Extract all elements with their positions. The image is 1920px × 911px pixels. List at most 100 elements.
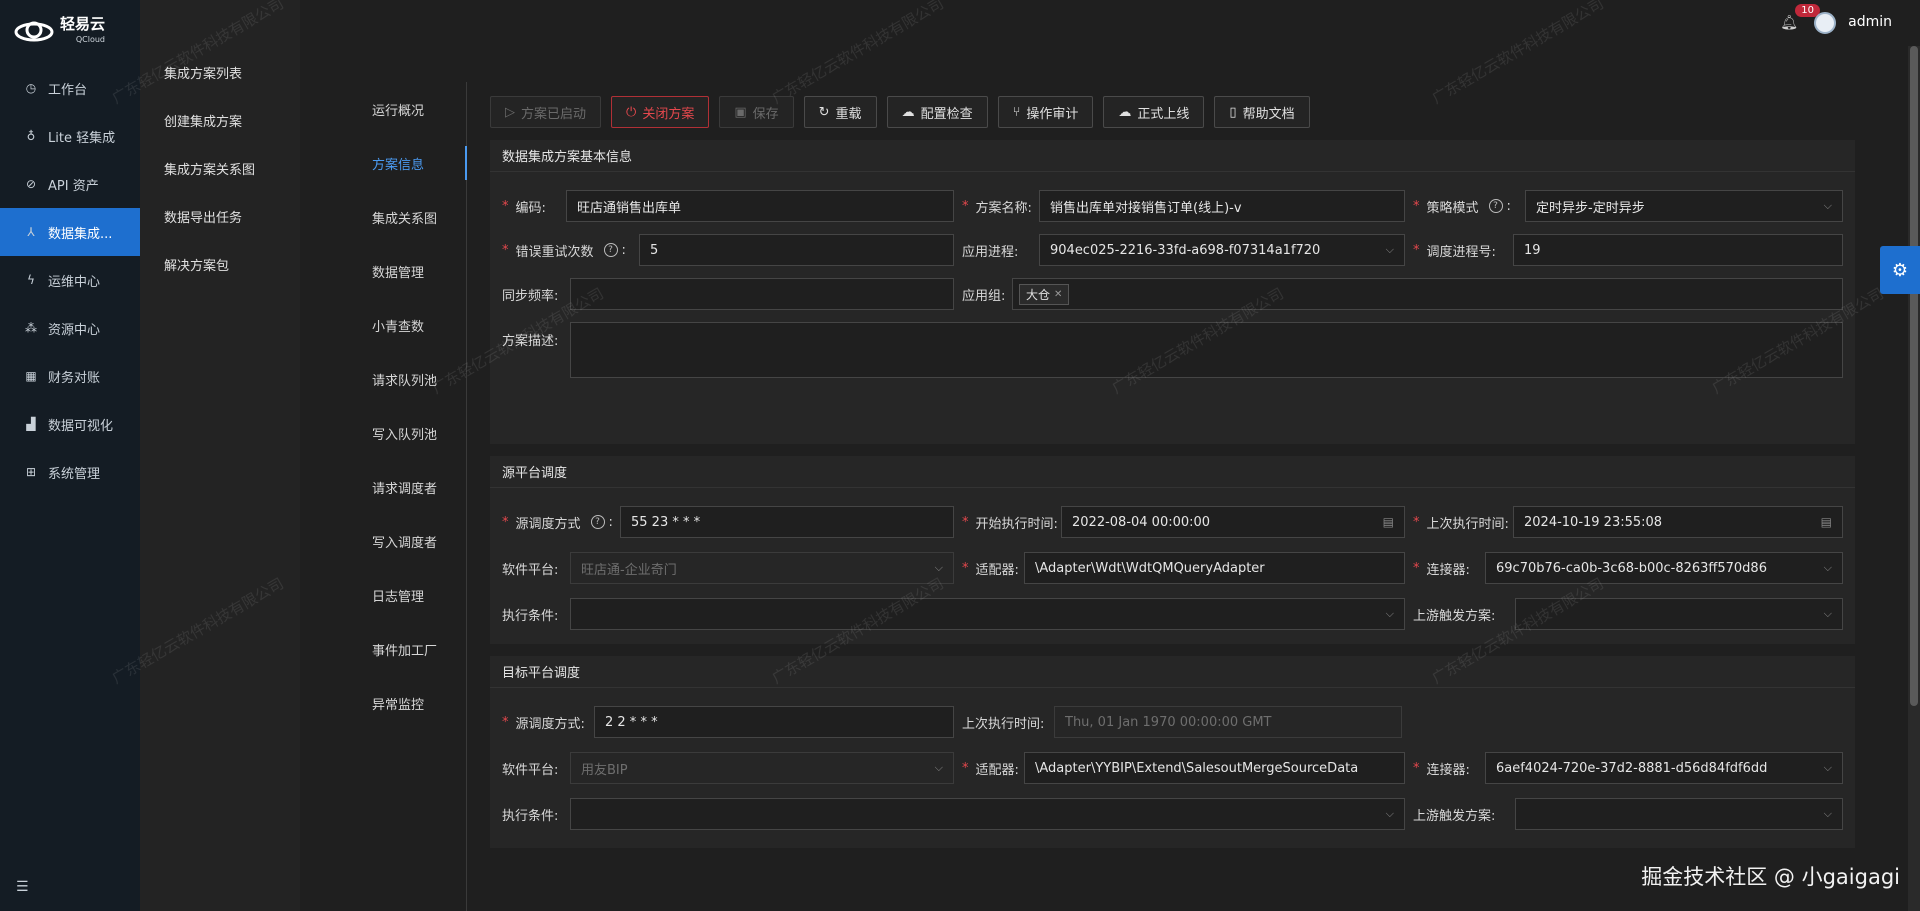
close-icon[interactable]: ✕ [1054, 289, 1062, 300]
target-upstream-select[interactable]: ⌵ [1515, 798, 1843, 830]
process-value: 904ec025-2216-33fd-a698-f07314a1f720 [1050, 242, 1321, 258]
target-platform-select[interactable]: 用友BIP ⌵ [570, 752, 954, 784]
toolbar: ▷ 方案已启动 ⏻ 关闭方案 ▣ 保存 ↻ 重载 ☁ 配置检查 ⑂ 操作审计 ☁ 正式上线 ▯… [490, 96, 1855, 128]
submenu-item-create-plan[interactable]: 创建集成方案 [140, 96, 300, 144]
watermark: 广东轻亿云软件科技有限公司 [768, 0, 947, 108]
reload-icon: ↻ [818, 104, 830, 120]
target-mode-input[interactable]: 2 2 * * * [594, 706, 954, 738]
plan-name-input[interactable]: 销售出库单对接销售订单(线上)-v [1039, 190, 1405, 222]
tab-request-scheduler[interactable]: 请求调度者 [352, 460, 466, 514]
card-title: 源平台调度 [490, 456, 1855, 488]
submenu-item-plan-list[interactable]: 集成方案列表 [140, 48, 300, 96]
group-tag[interactable]: 大仓 ✕ [1019, 283, 1070, 305]
target-last-time-label: 上次执行时间: [962, 716, 1045, 732]
left-nav: 轻易云 QCloud ◷ 工作台 ♁ Lite 轻集成 ⊘ API 资产 ⅄ 数据集成.… [0, 0, 140, 911]
scrollbar[interactable] [1908, 46, 1920, 911]
button-label: 配置检查 [920, 106, 973, 122]
nav-item-resources[interactable]: ⁂ 资源中心 [0, 304, 140, 352]
tab-logs[interactable]: 日志管理 [352, 568, 466, 622]
save-button[interactable]: ▣ 保存 [719, 96, 794, 128]
reload-button[interactable]: ↻ 重载 [803, 96, 877, 128]
start-time-picker[interactable]: 2022-08-04 00:00:00 ▤ [1061, 506, 1405, 538]
source-cond-label: 执行条件: [502, 608, 559, 624]
source-platform-value: 旺店通-企业奇门 [581, 562, 677, 578]
tab-write-queue[interactable]: 写入队列池 [352, 406, 466, 460]
collapse-menu-icon[interactable]: ☰ [16, 879, 29, 895]
group-select[interactable]: 大仓 ✕ [1012, 278, 1843, 310]
nav-item-finance[interactable]: ▦ 财务对账 [0, 352, 140, 400]
scrollbar-thumb[interactable] [1910, 46, 1918, 706]
help-icon[interactable]: ? [603, 243, 618, 257]
logo[interactable]: 轻易云 QCloud [0, 0, 140, 64]
nav-label: 数据集成... [48, 226, 113, 242]
chevron-down-icon: ⌵ [1823, 761, 1832, 774]
process-select[interactable]: 904ec025-2216-33fd-a698-f07314a1f720 ⌵ [1039, 234, 1405, 266]
nav-item-lite[interactable]: ♁ Lite 轻集成 [0, 112, 140, 160]
target-connector-select[interactable]: 6aef4024-720e-37d2-8881-d56d84fdf6dd ⌵ [1485, 752, 1843, 784]
nav-item-visualization[interactable]: ▟ 数据可视化 [0, 400, 140, 448]
tab-relation-graph[interactable]: 集成关系图 [352, 190, 466, 244]
plan-started-button[interactable]: ▷ 方案已启动 [490, 96, 602, 128]
freq-label: 同步频率: [502, 288, 559, 304]
close-plan-button[interactable]: ⏻ 关闭方案 [611, 96, 710, 128]
avatar[interactable] [1814, 12, 1836, 34]
config-check-button[interactable]: ☁ 配置检查 [886, 96, 988, 128]
strategy-label: * 策略模式?: [1413, 198, 1511, 216]
nav-item-workbench[interactable]: ◷ 工作台 [0, 64, 140, 112]
publish-button[interactable]: ☁ 正式上线 [1103, 96, 1205, 128]
settings-button[interactable]: ⚙ [1880, 246, 1920, 294]
strategy-select[interactable]: 定时异步-定时异步 ⌵ [1525, 190, 1843, 222]
tab-event-factory[interactable]: 事件加工厂 [352, 622, 466, 676]
sched-input[interactable]: 19 [1513, 234, 1843, 266]
source-cond-select[interactable]: ⌵ [570, 598, 1405, 630]
target-adapter-input[interactable]: \Adapter\YYBIP\Extend\SalesoutMergeSourc… [1024, 752, 1405, 784]
nav-label: 财务对账 [48, 370, 101, 386]
cloud-icon: ☁ [1118, 104, 1132, 120]
target-cond-label: 执行条件: [502, 808, 559, 824]
calendar-icon: ▤ [1820, 515, 1832, 529]
nav-item-data-integration[interactable]: ⅄ 数据集成... [0, 208, 140, 256]
top-bar: 🔔︎ 10 admin [1520, 0, 1920, 46]
nav-item-api[interactable]: ⊘ API 资产 [0, 160, 140, 208]
submenu-item-export-task[interactable]: 数据导出任务 [140, 192, 300, 240]
nav-item-ops[interactable]: ϟ 运维中心 [0, 256, 140, 304]
help-icon[interactable]: ? [1488, 199, 1503, 213]
tab-overview[interactable]: 运行概况 [352, 82, 466, 136]
tab-plan-info[interactable]: 方案信息 [352, 136, 467, 190]
help-docs-button[interactable]: ▯ 帮助文档 [1214, 96, 1310, 128]
freq-input[interactable] [570, 278, 954, 310]
target-last-time-input[interactable]: Thu, 01 Jan 1970 00:00:00 GMT [1054, 706, 1402, 738]
tab-query[interactable]: 小青查数 [352, 298, 466, 352]
retry-input[interactable]: 5 [639, 234, 954, 266]
target-mode-label: * 源调度方式: [502, 714, 585, 732]
code-label: * 编码: [502, 198, 546, 216]
nav-label: 系统管理 [48, 466, 101, 482]
tab-request-queue[interactable]: 请求队列池 [352, 352, 466, 406]
card-title: 数据集成方案基本信息 [490, 140, 1855, 172]
source-adapter-input[interactable]: \Adapter\Wdt\WdtQMQueryAdapter [1024, 552, 1405, 584]
source-mode-label: * 源调度方式?: [502, 514, 613, 532]
tab-data-management[interactable]: 数据管理 [352, 244, 466, 298]
chevron-down-icon: ⌵ [1385, 807, 1394, 820]
source-upstream-select[interactable]: ⌵ [1515, 598, 1843, 630]
nav-label: 数据可视化 [48, 418, 114, 434]
last-time-picker[interactable]: 2024-10-19 23:55:08 ▤ [1513, 506, 1843, 538]
submenu-item-solution-pack[interactable]: 解决方案包 [140, 240, 300, 288]
help-icon[interactable]: ? [590, 515, 605, 529]
tab-write-scheduler[interactable]: 写入调度者 [352, 514, 466, 568]
user-name[interactable]: admin [1848, 14, 1892, 30]
target-cond-select[interactable]: ⌵ [570, 798, 1405, 830]
source-platform-select[interactable]: 旺店通-企业奇门 ⌵ [570, 552, 954, 584]
bell-icon[interactable]: 🔔︎ [1780, 15, 1798, 31]
source-connector-select[interactable]: 69c70b76-ca0b-3c68-b00c-8263ff570d86 ⌵ [1485, 552, 1843, 584]
code-input[interactable]: 旺店通销售出库单 [566, 190, 954, 222]
nav-item-system[interactable]: ⊞ 系统管理 [0, 448, 140, 496]
source-mode-input[interactable]: 55 23 * * * [620, 506, 954, 538]
gear-icon: ⚙ [1891, 259, 1909, 281]
desc-textarea[interactable] [570, 322, 1843, 378]
plan-tabs: 运行概况 方案信息 集成关系图 数据管理 小青查数 请求队列池 写入队列池 请求… [352, 82, 467, 911]
audit-button[interactable]: ⑂ 操作审计 [997, 96, 1094, 128]
button-label: 帮助文档 [1242, 106, 1295, 122]
submenu-item-plan-graph[interactable]: 集成方案关系图 [140, 144, 300, 192]
tab-exception-monitor[interactable]: 异常监控 [352, 676, 466, 730]
